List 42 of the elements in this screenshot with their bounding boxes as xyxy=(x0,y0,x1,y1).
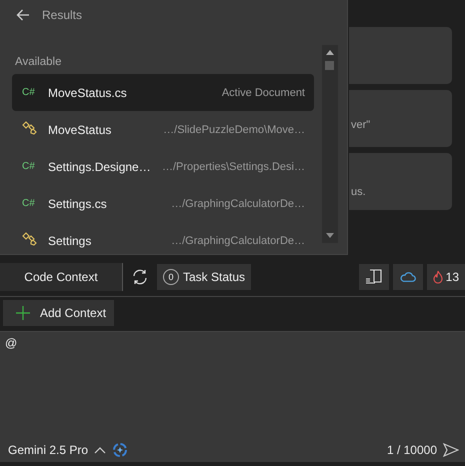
model-selector[interactable]: Gemini 2.5 Pro xyxy=(8,443,106,457)
file-path: Active Document xyxy=(222,86,305,98)
file-name: Settings.Designe… xyxy=(48,160,151,174)
character-counter: 1 / 10000 xyxy=(386,443,437,457)
task-status-button[interactable]: 0 Task Status xyxy=(157,264,252,290)
sync-icon[interactable] xyxy=(112,442,128,458)
popup-title: Results xyxy=(42,8,82,22)
result-item[interactable]: C# Settings.Designe… …/Properties\Settings.Desi… xyxy=(12,148,314,185)
file-name: Settings.cs xyxy=(48,196,107,210)
file-name: MoveStatus xyxy=(48,122,112,136)
file-path: …/GraphingCalculatorDe… xyxy=(171,198,305,210)
plus-icon xyxy=(16,306,30,320)
message-input[interactable]: @ xyxy=(0,334,465,352)
result-item[interactable]: MoveStatus …/SlidePuzzleDemo\Move… xyxy=(12,111,314,148)
csharp-file-icon: C# xyxy=(22,161,48,172)
cloud-icon[interactable] xyxy=(392,264,423,290)
alerts-button[interactable]: 13 xyxy=(426,264,465,290)
scroll-up-icon[interactable] xyxy=(326,50,334,55)
csharp-file-icon: C# xyxy=(22,87,48,98)
add-context-button[interactable]: Add Context xyxy=(3,300,114,326)
flame-icon xyxy=(432,270,443,284)
book-icon[interactable] xyxy=(358,264,389,290)
send-icon[interactable] xyxy=(443,443,459,457)
section-heading: Available xyxy=(15,56,62,70)
result-item[interactable]: C# MoveStatus.cs Active Document xyxy=(12,74,314,111)
file-name: Settings xyxy=(48,234,92,248)
back-arrow-icon[interactable] xyxy=(16,8,30,20)
scrollbar[interactable] xyxy=(322,45,338,243)
card-text: us. xyxy=(351,186,366,198)
csharp-file-icon: C# xyxy=(22,198,48,209)
scroll-thumb[interactable] xyxy=(325,61,334,70)
result-item[interactable]: Settings …/GraphingCalculatorDe… xyxy=(12,222,314,259)
code-context-tab[interactable]: Code Context xyxy=(0,263,123,291)
file-name: MoveStatus.cs xyxy=(48,86,127,100)
card-text: ver" xyxy=(351,119,370,131)
task-count: 0 xyxy=(163,269,179,285)
result-item[interactable]: C# Settings.cs …/GraphingCalculatorDe… xyxy=(12,185,314,222)
file-path: …/SlidePuzzleDemo\Move… xyxy=(163,124,305,136)
caret-icon xyxy=(94,446,106,454)
file-path: …/GraphingCalculatorDe… xyxy=(171,234,305,246)
file-path: …/Properties\Settings.Desi… xyxy=(162,160,305,172)
scroll-down-icon[interactable] xyxy=(326,233,334,238)
